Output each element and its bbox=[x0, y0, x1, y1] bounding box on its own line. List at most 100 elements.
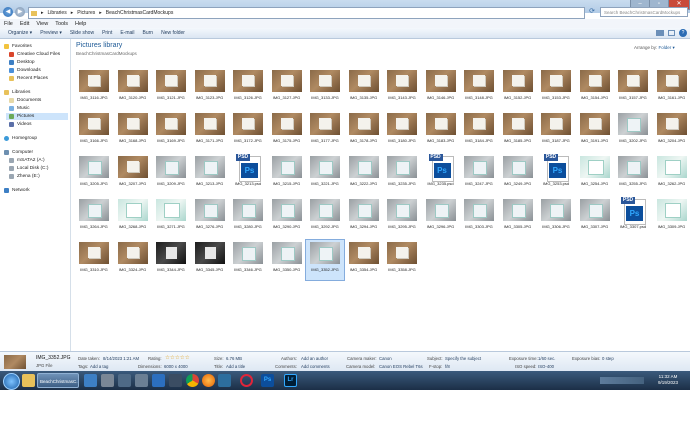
sidebar-item-drive-c[interactable]: Local Disk (C:) bbox=[9, 165, 48, 172]
back-button[interactable]: ◀ bbox=[3, 7, 13, 17]
menu-edit[interactable]: Edit bbox=[20, 21, 29, 27]
file-item[interactable]: IMG_3344.JPG bbox=[152, 240, 190, 280]
breadcrumb-pictures[interactable]: Pictures bbox=[77, 10, 95, 16]
search-input[interactable]: Search BeachChristmasCardMockups bbox=[600, 7, 688, 17]
file-item[interactable]: IMG_3262.JPG bbox=[653, 154, 690, 194]
file-item[interactable]: IMG_3249.JPG bbox=[499, 154, 537, 194]
file-item[interactable]: IMG_3213.JPG bbox=[191, 154, 229, 194]
file-item[interactable]: IMG_3152.JPG bbox=[499, 68, 537, 108]
file-item[interactable]: IMG_3169.JPG bbox=[152, 111, 190, 151]
sidebar-computer[interactable]: Computer bbox=[4, 149, 33, 156]
firefox-icon[interactable] bbox=[202, 374, 215, 387]
file-item[interactable]: IMG_3187.JPG bbox=[537, 111, 575, 151]
detail-comments[interactable]: Add comments bbox=[301, 364, 330, 369]
app-icon[interactable] bbox=[84, 374, 97, 387]
file-item[interactable]: IMG_3202.JPG bbox=[614, 111, 652, 151]
detail-authors[interactable]: Add an author bbox=[301, 356, 328, 361]
opera-icon[interactable] bbox=[240, 374, 253, 387]
app-icon[interactable] bbox=[118, 374, 131, 387]
file-item[interactable]: IMG_3215.JPG bbox=[268, 154, 306, 194]
file-item[interactable]: IMG_3146.JPG bbox=[422, 68, 460, 108]
app-icon[interactable] bbox=[101, 374, 114, 387]
file-item[interactable]: IMG_3191.JPG bbox=[576, 111, 614, 151]
sidebar-item-drive-e[interactable]: Zhena (E:) bbox=[9, 173, 40, 180]
slideshow-button[interactable]: Slide show bbox=[70, 30, 94, 36]
breadcrumb-folder[interactable]: BeachChristmasCardMockups bbox=[106, 10, 174, 16]
file-item[interactable]: IMG_3305.JPG bbox=[499, 197, 537, 237]
refresh-icon[interactable]: ⟳ bbox=[587, 7, 597, 17]
taskbar-clock[interactable]: 11:32 AM 9/19/2023 bbox=[648, 374, 688, 386]
organize-button[interactable]: Organize ▾ bbox=[8, 30, 32, 36]
sidebar-item-videos[interactable]: Videos bbox=[9, 121, 32, 128]
new-folder-button[interactable]: New folder bbox=[161, 30, 185, 36]
file-item[interactable]: IMG_3180.JPG bbox=[383, 111, 421, 151]
rating-stars[interactable]: ☆☆☆☆☆ bbox=[165, 355, 190, 361]
photoshop-icon[interactable]: Ps bbox=[261, 374, 274, 387]
file-item[interactable]: IMG_3280.JPG bbox=[229, 197, 267, 237]
detail-iso[interactable]: ISO-400 bbox=[538, 364, 554, 369]
sidebar-favorites[interactable]: Favorites bbox=[4, 43, 32, 50]
menu-file[interactable]: File bbox=[4, 21, 13, 27]
file-item[interactable]: IMG_3161.JPG bbox=[653, 68, 690, 108]
app-icon[interactable] bbox=[152, 374, 165, 387]
detail-camera-maker[interactable]: Canon bbox=[379, 356, 392, 361]
file-item[interactable]: IMG_3264.JPG bbox=[75, 197, 113, 237]
file-item[interactable]: IMG_3207.JPG bbox=[114, 154, 152, 194]
file-item[interactable]: IMG_3184.JPG bbox=[460, 111, 498, 151]
file-item[interactable]: IMG_3235.JPG bbox=[383, 154, 421, 194]
menu-view[interactable]: View bbox=[36, 21, 48, 27]
file-item[interactable]: IMG_3346.JPG bbox=[229, 240, 267, 280]
email-button[interactable]: E-mail bbox=[120, 30, 134, 36]
file-item[interactable]: IMG_3183.JPG bbox=[422, 111, 460, 151]
lightroom-icon[interactable]: Lr bbox=[284, 374, 297, 387]
file-item[interactable]: IMG_3306.JPG bbox=[537, 197, 575, 237]
file-item[interactable]: IMG_3271.JPG bbox=[152, 197, 190, 237]
detail-exposure-bias[interactable]: 0 step bbox=[602, 356, 614, 361]
file-item[interactable]: IMG_3295.JPG bbox=[383, 197, 421, 237]
file-item[interactable]: IMG_3143.JPG bbox=[383, 68, 421, 108]
app-icon[interactable] bbox=[169, 374, 182, 387]
help-icon[interactable]: ? bbox=[679, 29, 687, 37]
file-item[interactable]: IMG_3116.JPG bbox=[75, 68, 113, 108]
breadcrumb-libraries[interactable]: Libraries bbox=[48, 10, 67, 16]
file-item[interactable]: IMG_3221.JPG bbox=[306, 154, 344, 194]
sidebar-item-pictures[interactable]: Pictures bbox=[6, 113, 68, 120]
file-item[interactable]: IMG_3171.JPG bbox=[191, 111, 229, 151]
sidebar-item-recent-places[interactable]: Recent Places bbox=[9, 75, 48, 82]
file-item[interactable]: IMG_3310.JPG bbox=[75, 240, 113, 280]
file-item[interactable]: PSD Ps IMG_3307.psd bbox=[614, 197, 652, 237]
forward-button[interactable]: ▶ bbox=[15, 7, 25, 17]
print-button[interactable]: Print bbox=[102, 30, 112, 36]
file-item[interactable]: IMG_3290.JPG bbox=[268, 197, 306, 237]
file-item[interactable]: IMG_3354.JPG bbox=[345, 240, 383, 280]
file-item[interactable]: IMG_3268.JPG bbox=[114, 197, 152, 237]
sidebar-item-music[interactable]: Music bbox=[9, 105, 30, 112]
sidebar-item-drive-a[interactable]: mSATA2 (A:) bbox=[9, 157, 45, 164]
sidebar-item-creative-cloud[interactable]: Creative Cloud Files bbox=[9, 51, 60, 58]
sidebar-item-documents[interactable]: Documents bbox=[9, 97, 41, 104]
address-bar[interactable]: ▸ Libraries ▸ Pictures ▸ BeachChristmasC… bbox=[28, 7, 585, 19]
chrome-icon[interactable] bbox=[186, 374, 199, 387]
file-item[interactable]: IMG_3324.JPG bbox=[114, 240, 152, 280]
file-item[interactable]: IMG_3247.JPG bbox=[460, 154, 498, 194]
file-item[interactable]: IMG_3255.JPG bbox=[614, 154, 652, 194]
file-item[interactable]: IMG_3185.JPG bbox=[499, 111, 537, 151]
detail-fstop[interactable]: f/8 bbox=[445, 364, 450, 369]
detail-date-taken[interactable]: 8/14/2023 1:21 AM bbox=[103, 356, 139, 361]
app-icon[interactable] bbox=[218, 374, 231, 387]
file-item[interactable]: IMG_3175.JPG bbox=[268, 111, 306, 151]
sidebar-item-downloads[interactable]: Downloads bbox=[9, 67, 41, 74]
file-item[interactable]: IMG_3204.JPG bbox=[653, 111, 690, 151]
file-item[interactable]: IMG_3358.JPG bbox=[383, 240, 421, 280]
file-item[interactable]: IMG_3178.JPG bbox=[345, 111, 383, 151]
menu-tools[interactable]: Tools bbox=[55, 21, 68, 27]
arrange-dropdown[interactable]: Folder ▾ bbox=[659, 45, 675, 50]
file-item[interactable]: IMG_3120.JPG bbox=[114, 68, 152, 108]
file-item[interactable]: IMG_3121.JPG bbox=[152, 68, 190, 108]
detail-title[interactable]: Add a title bbox=[226, 364, 245, 369]
file-item[interactable]: IMG_3307.JPG bbox=[576, 197, 614, 237]
file-item[interactable]: IMG_3135.JPG bbox=[345, 68, 383, 108]
file-item[interactable]: IMG_3168.JPG bbox=[114, 111, 152, 151]
taskbar-active-window[interactable]: BeachChristmasC... bbox=[37, 373, 79, 388]
explorer-icon[interactable] bbox=[22, 374, 35, 387]
